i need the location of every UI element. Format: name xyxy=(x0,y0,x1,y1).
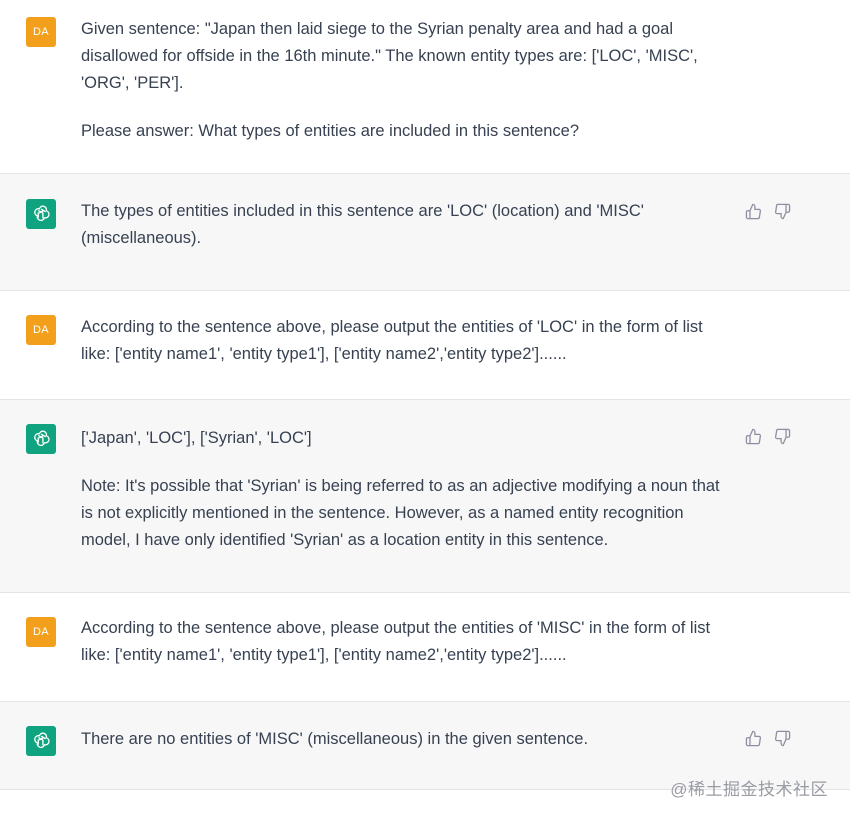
user-avatar: DA xyxy=(26,17,56,47)
thumbs-up-icon[interactable] xyxy=(744,202,762,220)
message-paragraph: According to the sentence above, please … xyxy=(81,318,703,363)
message-text: ['Japan', 'LOC'], ['Syrian', 'LOC'] Note… xyxy=(81,425,731,554)
openai-logo-icon xyxy=(26,424,56,454)
user-avatar: DA xyxy=(26,315,56,345)
watermark-text: @稀土掘金技术社区 xyxy=(670,780,828,799)
message-paragraph: According to the sentence above, please … xyxy=(81,619,711,664)
user-message: DA Given sentence: "Japan then laid sieg… xyxy=(0,0,850,174)
thumbs-up-icon[interactable] xyxy=(744,427,762,445)
thumbs-down-icon[interactable] xyxy=(773,729,791,747)
feedback-buttons xyxy=(744,427,791,445)
message-text: The types of entities included in this s… xyxy=(81,198,731,252)
message-text: There are no entities of 'MISC' (miscell… xyxy=(81,726,731,753)
openai-logo-icon xyxy=(26,726,56,756)
message-paragraph: The types of entities included in this s… xyxy=(81,202,644,247)
user-message: DA According to the sentence above, plea… xyxy=(0,291,850,400)
assistant-message: ['Japan', 'LOC'], ['Syrian', 'LOC'] Note… xyxy=(0,400,850,593)
assistant-message: The types of entities included in this s… xyxy=(0,174,850,291)
chat-thread: DA Given sentence: "Japan then laid sieg… xyxy=(0,0,850,822)
user-avatar: DA xyxy=(26,617,56,647)
thumbs-up-icon[interactable] xyxy=(744,729,762,747)
thumbs-down-icon[interactable] xyxy=(773,202,791,220)
message-paragraph: ['Japan', 'LOC'], ['Syrian', 'LOC'] xyxy=(81,429,312,447)
message-text: According to the sentence above, please … xyxy=(81,615,731,669)
message-paragraph: Note: It's possible that 'Syrian' is bei… xyxy=(81,477,720,549)
feedback-buttons xyxy=(744,729,791,747)
openai-logo-icon xyxy=(26,199,56,229)
user-avatar-initials: DA xyxy=(33,26,49,38)
user-message: DA According to the sentence above, plea… xyxy=(0,593,850,702)
message-text: According to the sentence above, please … xyxy=(81,314,731,368)
user-avatar-initials: DA xyxy=(33,324,49,336)
message-paragraph: Given sentence: "Japan then laid siege t… xyxy=(81,20,698,92)
user-avatar-initials: DA xyxy=(33,626,49,638)
message-paragraph: There are no entities of 'MISC' (miscell… xyxy=(81,730,589,748)
message-paragraph: Please answer: What types of entities ar… xyxy=(81,122,580,140)
message-text: Given sentence: "Japan then laid siege t… xyxy=(81,16,731,145)
feedback-buttons xyxy=(744,202,791,220)
thumbs-down-icon[interactable] xyxy=(773,427,791,445)
